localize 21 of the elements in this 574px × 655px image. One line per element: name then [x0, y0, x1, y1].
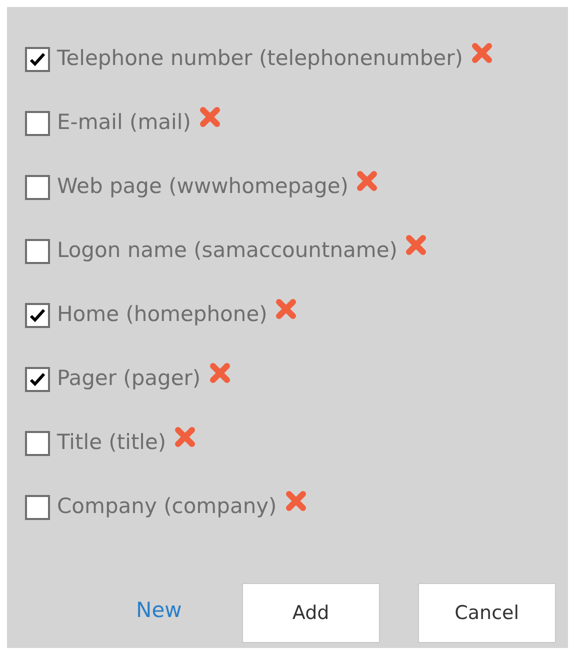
- checkbox[interactable]: [25, 494, 50, 520]
- checkbox[interactable]: [25, 174, 50, 200]
- attribute-label: Company (company): [57, 493, 277, 520]
- add-button[interactable]: Add: [242, 583, 380, 643]
- attribute-label: Web page (wwwhomepage): [57, 173, 348, 200]
- cancel-button[interactable]: Cancel: [418, 583, 556, 643]
- attribute-label: Logon name (samaccountname): [57, 237, 398, 264]
- attribute-label: Pager (pager): [57, 365, 201, 392]
- attribute-label: Title (title): [57, 429, 166, 456]
- checkmark-icon: [29, 52, 46, 66]
- attribute-label: Telephone number (telephonenumber): [57, 45, 463, 72]
- checkbox[interactable]: [25, 366, 50, 392]
- checkbox[interactable]: [25, 110, 50, 136]
- checkmark-icon: [29, 372, 46, 386]
- checkbox[interactable]: [25, 238, 50, 264]
- checkbox[interactable]: [25, 430, 50, 456]
- attribute-label: Home (homephone): [57, 301, 268, 328]
- checkmark-icon: [29, 308, 46, 322]
- attribute-label: E-mail (mail): [57, 109, 191, 136]
- checkbox[interactable]: [25, 302, 50, 328]
- checkbox[interactable]: [25, 46, 50, 72]
